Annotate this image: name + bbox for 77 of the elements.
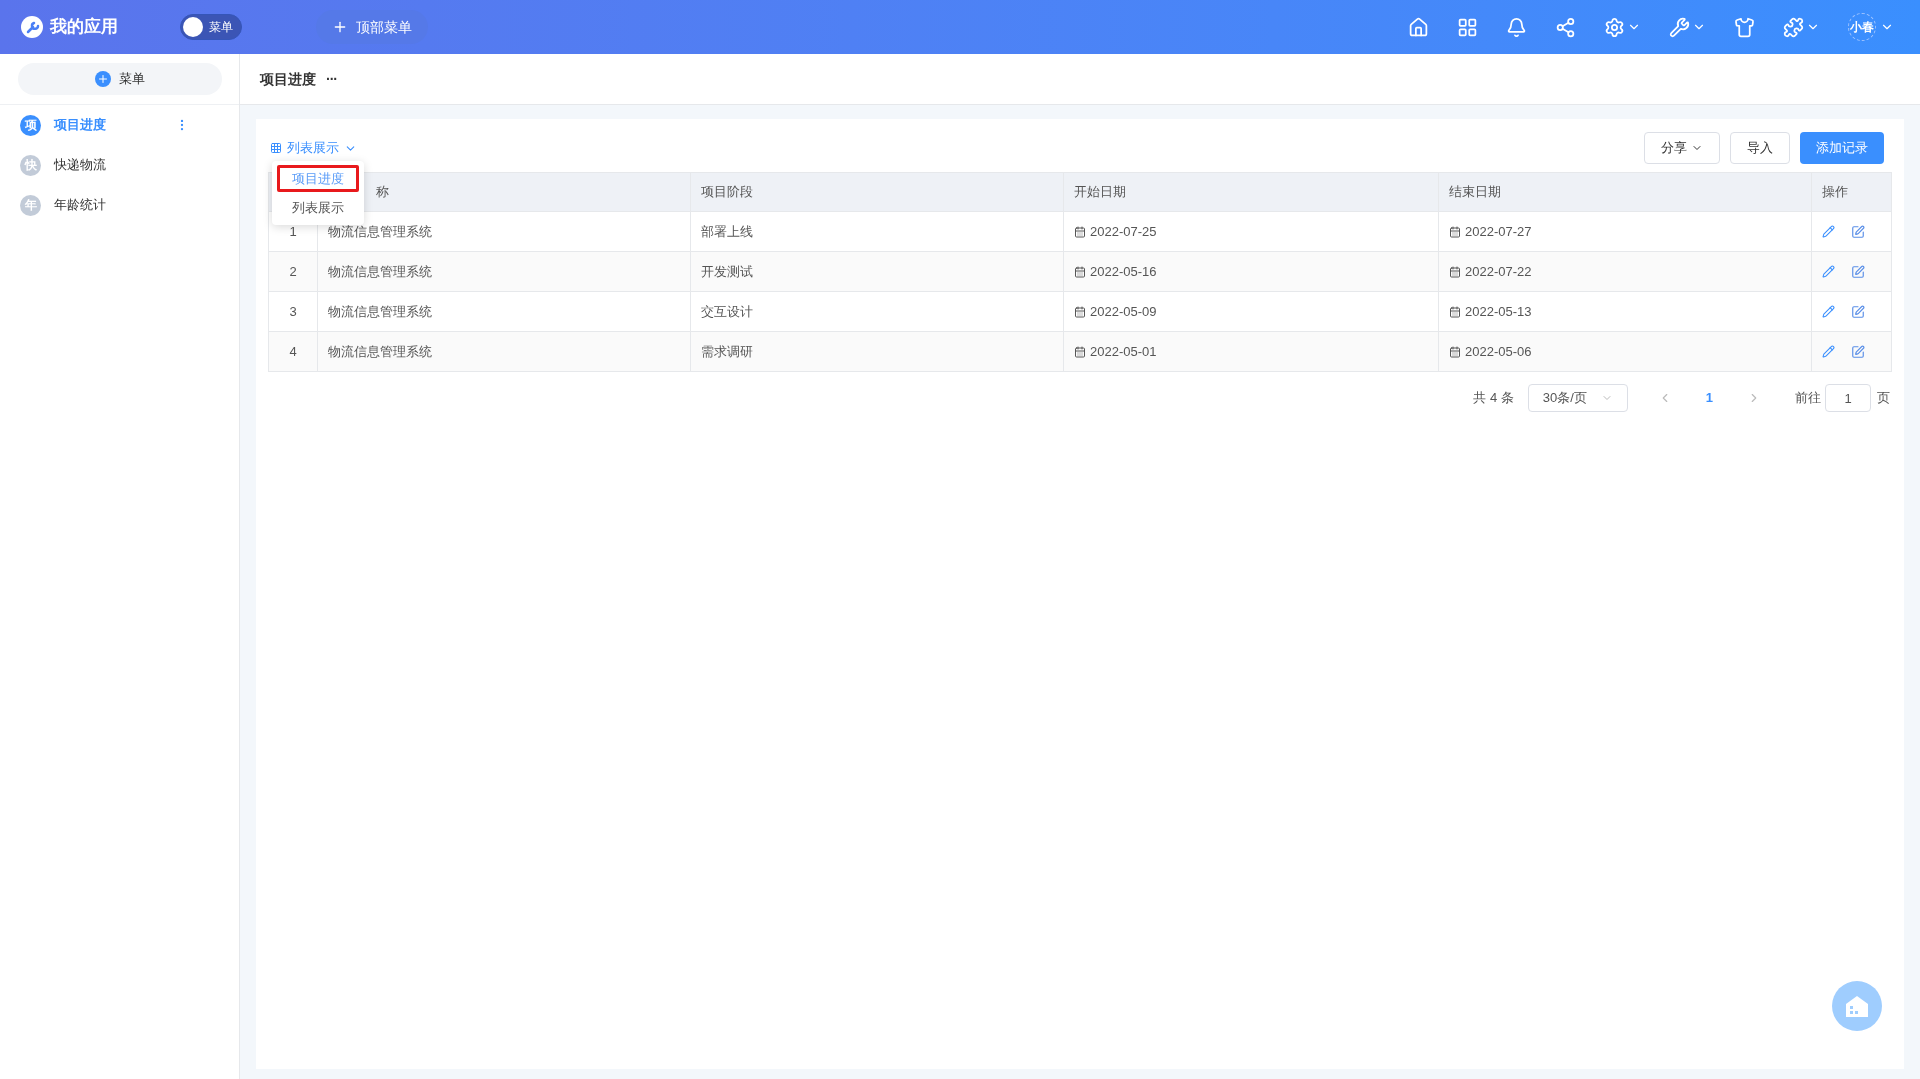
goto-label: 前往 — [1795, 389, 1821, 408]
menu-toggle[interactable]: 菜单 — [180, 14, 242, 40]
date-cell: 2022-05-01 — [1074, 341, 1157, 362]
date-cell: 2022-07-25 — [1074, 221, 1157, 242]
house-icon — [1845, 995, 1869, 1017]
edit-icon[interactable] — [1822, 225, 1835, 238]
floating-home-button[interactable] — [1832, 981, 1882, 1031]
share-icon[interactable] — [1555, 16, 1576, 38]
edit-square-icon[interactable] — [1851, 264, 1865, 279]
edit-icon[interactable] — [1822, 345, 1835, 358]
table-cell-text: 部署上线 — [701, 222, 753, 241]
edit-icon[interactable] — [1822, 305, 1835, 318]
sidebar-item[interactable]: 年龄统计 — [54, 195, 219, 215]
column-header: 开始日期 — [1074, 183, 1126, 202]
sidebar-item[interactable]: 快递物流 — [54, 155, 219, 175]
column-header: 称 — [376, 183, 389, 202]
letter-avatar: 快 — [20, 154, 41, 176]
calendar-icon — [1449, 305, 1461, 318]
edit-icon[interactable] — [1822, 265, 1835, 278]
total-count: 共 4 条 — [1473, 389, 1514, 408]
plugin-dropdown[interactable] — [1783, 16, 1820, 38]
page-size-select[interactable]: 30条/页 — [1527, 384, 1628, 412]
apps-icon[interactable] — [1457, 16, 1478, 38]
calendar-icon — [1449, 265, 1461, 278]
view-option[interactable]: 列表展示 — [277, 194, 359, 221]
date-cell: 2022-07-27 — [1449, 221, 1532, 242]
edit-square-icon[interactable] — [1851, 304, 1865, 319]
app-title: 我的应用 — [50, 16, 118, 39]
shirt-icon[interactable] — [1734, 16, 1755, 38]
puzzle-icon — [1783, 16, 1804, 38]
home-icon[interactable] — [1408, 16, 1429, 38]
date-cell: 2022-05-16 — [1074, 261, 1157, 282]
letter-avatar: 年 — [20, 194, 41, 216]
plus-icon — [94, 71, 111, 87]
date-cell: 2022-05-13 — [1449, 301, 1532, 322]
settings-dropdown[interactable] — [1604, 16, 1641, 38]
edit-square-icon[interactable] — [1851, 344, 1865, 359]
calendar-icon — [1074, 305, 1086, 318]
table-cell-text: 3 — [289, 302, 297, 321]
calendar-icon — [1074, 345, 1086, 358]
settings-icon — [1604, 16, 1625, 38]
edit-square-icon[interactable] — [1851, 224, 1865, 239]
column-header: 结束日期 — [1449, 183, 1501, 202]
date-cell: 2022-07-22 — [1449, 261, 1532, 282]
table-cell-text: 开发测试 — [701, 262, 753, 281]
tools-dropdown[interactable] — [1669, 16, 1706, 38]
table-cell-text: 物流信息管理系统 — [328, 342, 432, 361]
goto-page-field[interactable]: 1 — [1825, 384, 1871, 412]
column-header: 操作 — [1822, 183, 1848, 202]
calendar-icon — [1449, 345, 1461, 358]
date-cell: 2022-05-06 — [1449, 341, 1532, 362]
table-cell-text: 交互设计 — [701, 302, 753, 321]
calendar-icon — [1074, 225, 1086, 238]
table-cell-text: 需求调研 — [701, 342, 753, 361]
bell-icon[interactable] — [1506, 16, 1527, 38]
more-icon[interactable]: ··· — [326, 72, 337, 86]
calendar-icon — [1074, 265, 1086, 278]
wrench-logo-icon — [20, 15, 44, 39]
share-button[interactable]: 分享 — [1644, 132, 1720, 164]
grid-icon — [270, 142, 282, 154]
add-menu-button[interactable]: 菜单 — [17, 63, 222, 95]
column-header: 项目阶段 — [701, 183, 753, 202]
table-cell-text: 物流信息管理系统 — [328, 222, 432, 241]
table-cell-text: 4 — [289, 342, 297, 361]
wrench-icon — [1669, 16, 1690, 38]
table-cell-text: 物流信息管理系统 — [328, 302, 432, 321]
import-button[interactable]: 导入 — [1730, 132, 1790, 164]
letter-avatar: 项 — [20, 114, 41, 136]
page-suffix: 页 — [1877, 389, 1890, 408]
plus-icon — [332, 19, 348, 35]
calendar-icon — [1449, 225, 1461, 238]
table-cell-text: 2 — [289, 262, 297, 281]
page-title: 项目进度 — [260, 69, 316, 89]
table-cell-text: 1 — [289, 222, 297, 241]
table-cell-text: 物流信息管理系统 — [328, 262, 432, 281]
top-menu-button[interactable]: 顶部菜单 — [316, 10, 428, 44]
date-cell: 2022-05-09 — [1074, 301, 1157, 322]
